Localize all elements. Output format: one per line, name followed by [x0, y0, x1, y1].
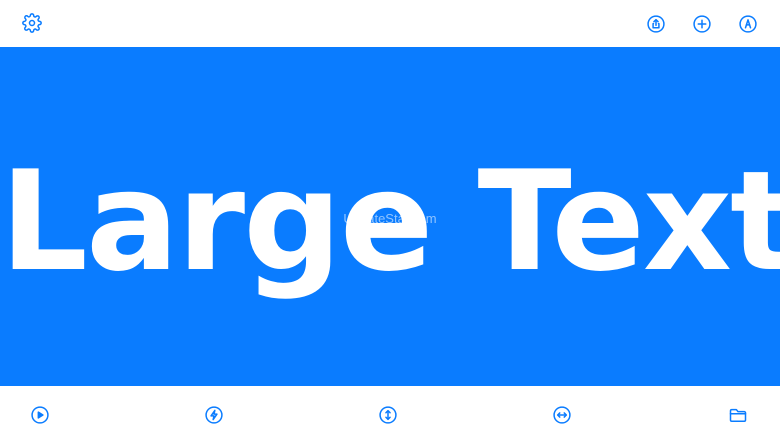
flash-button[interactable]: [201, 402, 227, 428]
markup-button[interactable]: [735, 11, 761, 37]
vertical-resize-button[interactable]: [375, 402, 401, 428]
app-window: Large Text UpdateStar.com: [0, 0, 780, 439]
vertical-arrows-icon: [379, 406, 397, 424]
pen-icon: [739, 15, 757, 33]
share-icon: [647, 15, 665, 33]
bottom-toolbar: [0, 386, 780, 439]
play-button[interactable]: [27, 402, 53, 428]
settings-button[interactable]: [19, 10, 45, 36]
folder-icon: [729, 408, 747, 422]
play-icon: [31, 406, 49, 424]
share-button[interactable]: [643, 11, 669, 37]
plus-icon: [693, 15, 711, 33]
horizontal-resize-button[interactable]: [549, 402, 575, 428]
horizontal-arrows-icon: [553, 406, 571, 424]
gear-icon: [22, 13, 42, 33]
add-button[interactable]: [689, 11, 715, 37]
watermark: UpdateStar.com: [343, 211, 437, 226]
top-toolbar: [0, 0, 780, 47]
lightning-icon: [205, 406, 223, 424]
text-display-area[interactable]: Large Text UpdateStar.com: [0, 47, 780, 386]
files-button[interactable]: [725, 402, 751, 428]
